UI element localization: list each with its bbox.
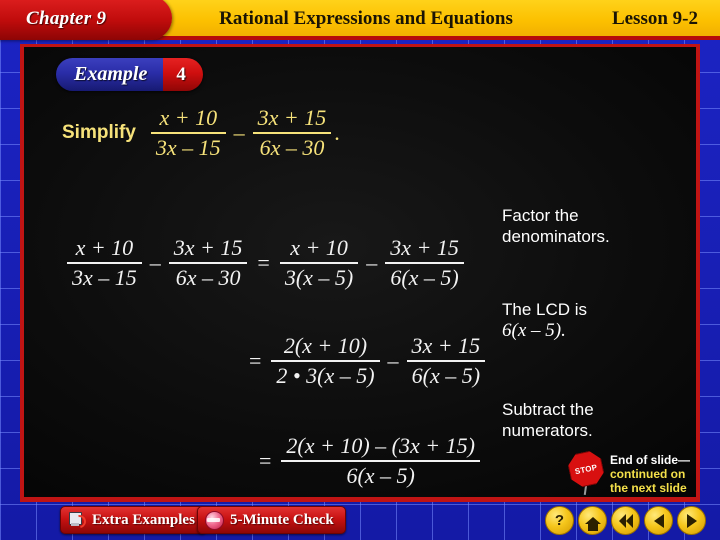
step2-fraction-2-numerator: 3x + 15 xyxy=(411,333,481,358)
problem-operator: – xyxy=(233,120,245,145)
step1-right-fraction-1-denominator: 3(x – 5) xyxy=(284,265,354,290)
step1-left-operator: – xyxy=(149,250,161,275)
stop-sign-octagon: STOP xyxy=(566,449,606,489)
content-panel: Example 4 Simplify x + 10 3x – 15 – 3x +… xyxy=(24,47,696,497)
solution-step-1: x + 10 3x – 15 – 3x + 15 6x – 30 = x + 1… xyxy=(64,235,467,291)
next-button[interactable] xyxy=(677,506,706,535)
step3-fraction-1: 2(x + 10) – (3x + 15) 6(x – 5) xyxy=(281,433,480,489)
page-title: Rational Expressions and Equations xyxy=(219,8,513,29)
problem-directive: Simplify xyxy=(62,122,136,143)
annotation-factor: Factor the denominators. xyxy=(502,206,610,246)
extra-examples-label: Extra Examples xyxy=(92,511,195,528)
example-badge-word: Example xyxy=(56,58,164,91)
annotation-subtract: Subtract the numerators. xyxy=(502,400,594,440)
end-of-slide-text: End of slide— continued on the next slid… xyxy=(610,453,690,495)
step2-fraction-2: 3x + 15 6(x – 5) xyxy=(406,333,486,389)
annotation-lcd-line1: The LCD is xyxy=(502,300,588,319)
stop-sign-icon: STOP xyxy=(564,451,608,497)
annotation-lcd: The LCD is 6(x – 5). xyxy=(502,299,682,341)
annotation-lcd-line2: 6(x – 5). xyxy=(502,320,566,341)
home-button[interactable] xyxy=(578,506,607,535)
step1-right-fraction-2-denominator: 6(x – 5) xyxy=(390,265,459,290)
problem-statement: Simplify x + 10 3x – 15 – 3x + 15 6x – 3… xyxy=(62,105,340,161)
problem-fraction-2-denominator: 6x – 30 xyxy=(259,135,325,160)
step1-left-fraction-1-numerator: x + 10 xyxy=(75,235,134,260)
step1-left-fraction-1: x + 10 3x – 15 xyxy=(67,235,142,291)
example-badge-number-text: 4 xyxy=(176,63,186,85)
step2-fraction-1-numerator: 2(x + 10) xyxy=(283,333,368,358)
step2-fraction-1: 2(x + 10) 2 • 3(x – 5) xyxy=(271,333,380,389)
problem-period: . xyxy=(334,120,340,145)
previous-arrow-icon xyxy=(653,513,664,528)
end-of-slide-line-2: continued on xyxy=(610,467,686,481)
step2-operator: – xyxy=(387,348,399,373)
five-minute-check-label: 5-Minute Check xyxy=(230,511,334,528)
previous-button[interactable] xyxy=(644,506,673,535)
step3-fraction-1-numerator: 2(x + 10) – (3x + 15) xyxy=(286,433,475,458)
example-badge-word-text: Example xyxy=(74,63,148,85)
step1-right-fraction-2-numerator: 3x + 15 xyxy=(390,235,459,260)
problem-fraction-1-denominator: 3x – 15 xyxy=(155,135,221,160)
rewind-icon xyxy=(618,513,633,528)
problem-fraction-2: 3x + 15 6x – 30 xyxy=(252,105,332,161)
problem-fraction-1: x + 10 3x – 15 xyxy=(150,105,226,161)
solution-step-2: = 2(x + 10) 2 • 3(x – 5) – 3x + 15 6(x –… xyxy=(242,333,488,389)
extra-examples-button[interactable]: Extra Examples xyxy=(60,506,207,534)
step1-left-fraction-2-numerator: 3x + 15 xyxy=(173,235,243,260)
step2-fraction-1-denominator: 2 • 3(x – 5) xyxy=(276,363,375,388)
clock-icon xyxy=(205,510,224,530)
step2-equals: = xyxy=(249,348,262,373)
five-minute-check-button[interactable]: 5-Minute Check xyxy=(197,506,346,534)
example-badge-number: 4 xyxy=(163,58,203,91)
step1-left-fraction-1-denominator: 3x – 15 xyxy=(72,265,137,290)
problem-fraction-2-numerator: 3x + 15 xyxy=(257,105,327,130)
solution-step-3: = 2(x + 10) – (3x + 15) 6(x – 5) xyxy=(252,433,483,489)
end-of-slide-line-3: the next slide xyxy=(610,481,687,495)
stop-sign-text: STOP xyxy=(573,462,599,476)
navigation-buttons: ? xyxy=(545,506,706,535)
step2-fraction-2-denominator: 6(x – 5) xyxy=(411,363,481,388)
step1-left-fraction-2: 3x + 15 6x – 30 xyxy=(168,235,248,291)
chapter-label: Chapter 9 xyxy=(26,8,107,29)
monitor-icon xyxy=(68,512,89,531)
end-of-slide-line-1: End of slide— xyxy=(610,453,691,467)
help-button[interactable]: ? xyxy=(545,506,574,535)
bottom-toolbar: Extra Examples 5-Minute Check ? xyxy=(0,502,720,540)
step1-right-fraction-2: 3x + 15 6(x – 5) xyxy=(385,235,464,291)
step1-equals: = xyxy=(257,250,270,275)
lesson-label: Lesson 9-2 xyxy=(611,8,698,29)
problem-fraction-1-numerator: x + 10 xyxy=(159,105,218,130)
restart-button[interactable] xyxy=(611,506,640,535)
question-mark-icon: ? xyxy=(554,512,565,529)
step1-right-fraction-1: x + 10 3(x – 5) xyxy=(279,235,359,291)
slide-root: Chapter 9 Rational Expressions and Equat… xyxy=(0,0,720,540)
step3-fraction-1-denominator: 6(x – 5) xyxy=(346,463,415,488)
next-arrow-icon xyxy=(686,513,697,528)
example-badge: Example 4 xyxy=(56,58,203,91)
step1-right-fraction-1-numerator: x + 10 xyxy=(290,235,348,260)
step1-left-fraction-2-denominator: 6x – 30 xyxy=(175,265,241,290)
step1-right-operator: – xyxy=(366,250,378,275)
home-icon xyxy=(584,517,601,531)
end-of-slide-marker: STOP End of slide— continued on the next… xyxy=(564,451,690,497)
step3-equals: = xyxy=(259,448,272,473)
